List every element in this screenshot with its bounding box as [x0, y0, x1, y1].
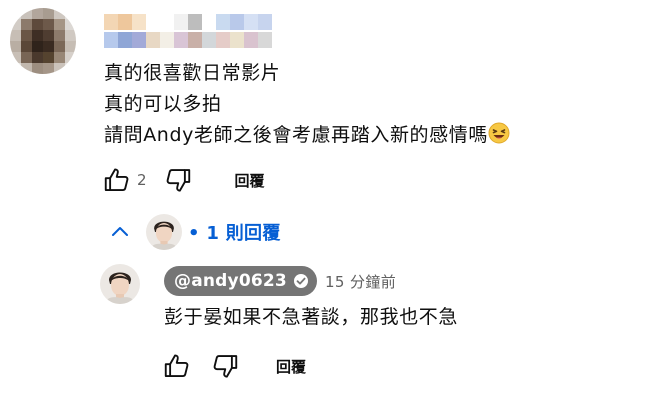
reply-button[interactable]: 回覆	[276, 356, 306, 377]
thumb-up-icon[interactable]	[100, 164, 134, 196]
comment-line-1: 真的很喜歡日常影片	[104, 62, 281, 84]
reply-actions: 回覆	[160, 350, 306, 382]
laughing-emoji-icon	[488, 122, 510, 154]
thumb-down-icon[interactable]	[208, 350, 242, 382]
verified-check-icon	[293, 273, 309, 289]
reply-timestamp[interactable]: 15 分鐘前	[325, 271, 396, 292]
reply-button[interactable]: 回覆	[235, 170, 265, 191]
replies-toggle-button[interactable]: • 1 則回覆	[104, 210, 281, 254]
reply-header: @andy0623 15 分鐘前	[164, 266, 396, 296]
thumb-up-icon[interactable]	[160, 350, 194, 382]
thumb-down-icon[interactable]	[161, 164, 195, 196]
comment-actions: 2 回覆	[100, 164, 265, 196]
creator-avatar-small	[146, 214, 182, 250]
chevron-up-icon	[108, 220, 132, 244]
comment-line-3: 請問Andy老師之後會考慮再踏入新的感情嗎	[104, 120, 510, 154]
creator-avatar[interactable]	[100, 264, 140, 304]
commenter-avatar[interactable]	[10, 8, 76, 74]
comment-line-3-text: 請問Andy老師之後會考慮再踏入新的感情嗎	[104, 124, 488, 146]
like-count: 2	[137, 171, 147, 189]
replies-count-text: • 1 則回覆	[188, 223, 281, 244]
comment-thread: 真的很喜歡日常影片 真的可以多拍 請問Andy老師之後會考慮再踏入新的感情嗎 2…	[0, 0, 670, 398]
reply-text: 彭于晏如果不急著談，那我也不急	[164, 306, 459, 328]
comment-text: 真的很喜歡日常影片 真的可以多拍 請問Andy老師之後會考慮再踏入新的感情嗎	[104, 58, 510, 154]
creator-handle: @andy0623	[174, 271, 287, 291]
comment-line-2: 真的可以多拍	[104, 93, 222, 115]
commenter-name-redacted	[104, 14, 314, 54]
creator-handle-badge[interactable]: @andy0623	[164, 266, 317, 296]
